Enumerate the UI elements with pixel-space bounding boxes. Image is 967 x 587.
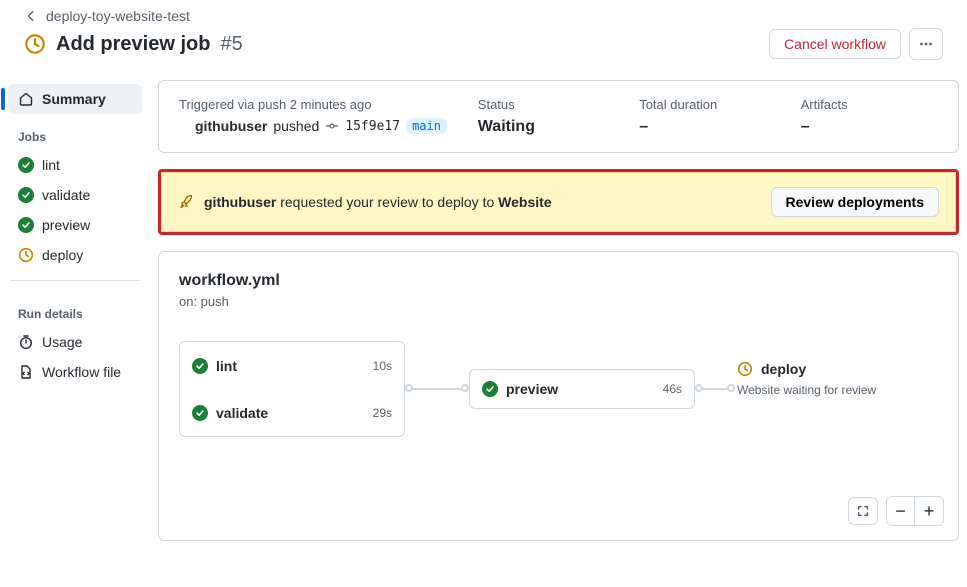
check-circle-icon [18, 157, 34, 173]
sidebar-job-lint[interactable]: lint [8, 150, 142, 180]
duration-value: – [639, 118, 776, 136]
commit-sha[interactable]: 15f9e17 [345, 119, 400, 134]
job-label: deploy [42, 247, 83, 263]
check-circle-icon [18, 187, 34, 203]
status-label: Status [478, 97, 615, 112]
review-middle-text: requested your review to deploy to [280, 194, 494, 210]
back-label: deploy-toy-website-test [46, 8, 190, 24]
more-actions-button[interactable] [909, 28, 943, 60]
kebab-icon [918, 36, 934, 52]
workflow-file-name: workflow.yml [179, 272, 938, 290]
job-label: preview [42, 217, 90, 233]
sidebar-job-deploy[interactable]: deploy [8, 240, 142, 270]
home-icon [18, 91, 34, 107]
fullscreen-button[interactable] [848, 497, 878, 525]
graph-node-dot [461, 384, 469, 392]
job-duration: 29s [373, 406, 392, 420]
clock-icon [24, 33, 46, 55]
sidebar-usage[interactable]: Usage [8, 327, 142, 357]
stopwatch-icon [18, 334, 34, 350]
graph-node-dot [695, 384, 703, 392]
check-circle-icon [192, 358, 208, 374]
job-subtext: Website waiting for review [737, 383, 963, 397]
file-icon [18, 364, 34, 380]
check-circle-icon [482, 381, 498, 397]
back-link[interactable]: deploy-toy-website-test [24, 8, 943, 24]
sidebar-summary-label: Summary [42, 91, 106, 107]
zoom-control: − + [886, 496, 944, 526]
arrow-left-icon [24, 9, 38, 23]
clock-icon [737, 361, 753, 377]
artifacts-value: – [801, 118, 938, 136]
review-banner: githubuser requested your review to depl… [161, 172, 956, 232]
zoom-out-button[interactable]: − [887, 497, 915, 525]
graph-node-dot [727, 384, 735, 392]
rocket-icon [178, 194, 194, 210]
sidebar-job-validate[interactable]: validate [8, 180, 142, 210]
sidebar-workflow-file[interactable]: Workflow file [8, 357, 142, 387]
job-node-lint[interactable]: lint 10s [180, 342, 404, 389]
workflow-graph[interactable]: lint 10s validate 29s [179, 341, 938, 461]
job-node-preview[interactable]: preview 46s [469, 369, 695, 409]
review-environment: Website [498, 194, 551, 210]
job-label: lint [42, 157, 60, 173]
review-banner-highlight: githubuser requested your review to depl… [158, 169, 959, 235]
check-circle-icon [18, 217, 34, 233]
branch-pill[interactable]: main [406, 118, 447, 134]
job-label: validate [216, 405, 268, 421]
job-label: deploy [761, 361, 806, 377]
page-title: Add preview job #5 [24, 33, 243, 56]
review-username[interactable]: githubuser [204, 194, 276, 210]
job-duration: 10s [373, 359, 392, 373]
job-label: lint [216, 358, 237, 374]
trigger-verb: pushed [273, 118, 319, 134]
clock-icon [18, 247, 34, 263]
job-label: preview [506, 381, 558, 397]
commit-icon [325, 119, 339, 133]
workflow-on-line: on: push [179, 294, 938, 309]
artifacts-label: Artifacts [801, 97, 938, 112]
job-label: validate [42, 187, 90, 203]
job-duration: 46s [663, 382, 682, 396]
sidebar-divider [10, 280, 140, 281]
review-deployments-button[interactable]: Review deployments [771, 187, 940, 217]
graph-node-dot [405, 384, 413, 392]
job-group-box: lint 10s validate 29s [179, 341, 405, 437]
graph-connector [405, 388, 469, 390]
usage-label: Usage [42, 334, 82, 350]
zoom-in-button[interactable]: + [915, 497, 943, 525]
sidebar-summary[interactable]: Summary [8, 84, 142, 114]
run-number: #5 [220, 33, 242, 56]
check-circle-icon [192, 405, 208, 421]
job-node-deploy[interactable]: deploy Website waiting for review [737, 361, 963, 397]
sidebar-run-details-header: Run details [8, 291, 142, 327]
status-value: Waiting [478, 118, 615, 136]
plus-icon: + [924, 501, 935, 522]
summary-card: Triggered via push 2 minutes ago githubu… [158, 80, 959, 153]
fullscreen-icon [856, 504, 870, 518]
duration-label: Total duration [639, 97, 776, 112]
sidebar-job-preview[interactable]: preview [8, 210, 142, 240]
job-node-validate[interactable]: validate 29s [180, 389, 404, 436]
sidebar-jobs-header: Jobs [8, 114, 142, 150]
workflow-graph-card: workflow.yml on: push lint 1 [158, 251, 959, 541]
cancel-workflow-button[interactable]: Cancel workflow [769, 29, 901, 59]
trigger-label: Triggered via push 2 minutes ago [179, 97, 454, 112]
trigger-username[interactable]: githubuser [195, 118, 267, 134]
minus-icon: − [895, 501, 906, 522]
workflow-file-label: Workflow file [42, 364, 121, 380]
